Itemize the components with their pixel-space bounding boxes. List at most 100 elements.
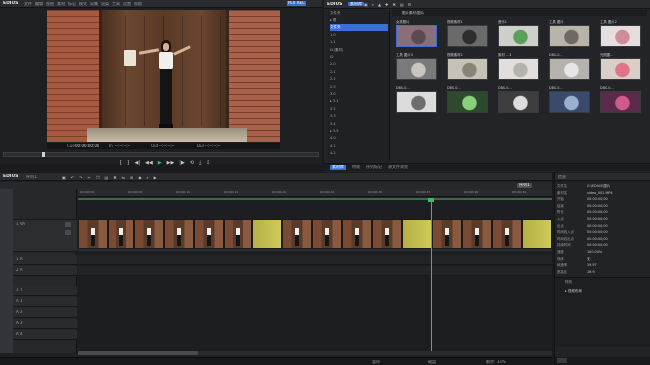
timeline-ruler[interactable]: 00:00:00 00:00:05 00:00:10 00:00:15 00:00:20… (78, 189, 552, 197)
video-clip[interactable] (78, 219, 108, 249)
video-clip[interactable] (108, 219, 134, 249)
loop-icon[interactable]: ⟲ (190, 160, 194, 166)
folder-tree-item[interactable]: t2 (330, 54, 334, 61)
folder-tree-item[interactable]: 1.0 (330, 32, 336, 39)
timeline-scrollbar[interactable] (78, 351, 552, 355)
folder-tree-item[interactable]: 4.0 (330, 135, 336, 142)
rewind-icon[interactable]: ◀◀ (145, 160, 153, 166)
video-clip[interactable] (134, 219, 164, 249)
player-scrub-handle[interactable] (42, 152, 45, 157)
redo-icon[interactable]: ↷ (79, 175, 82, 180)
mark-out-icon[interactable]: ⟧ (127, 160, 129, 166)
folder-icon[interactable]: ▣ (364, 2, 368, 7)
folder-tree-item[interactable]: 3.3 (330, 113, 336, 120)
tab-markers[interactable]: 序列标记 (366, 165, 382, 170)
video-clip[interactable] (372, 219, 402, 249)
folder-tree-item[interactable]: 4.2 (330, 150, 336, 157)
track-audio-icon[interactable] (65, 230, 71, 235)
timeline-scroll-thumb[interactable] (78, 351, 198, 355)
fast-forward-icon[interactable]: ▶▶ (167, 160, 175, 166)
menu-tools[interactable]: 工具 (112, 2, 120, 7)
thumbnail[interactable] (600, 58, 641, 80)
paste-icon[interactable]: ▤ (104, 175, 108, 180)
thumbnail[interactable] (447, 25, 488, 47)
settings-icon[interactable]: ⚙ (408, 2, 412, 7)
menu-help[interactable]: 帮助 (134, 2, 142, 7)
folder-tree-item[interactable]: 2.1 (330, 69, 336, 76)
save-icon[interactable]: ▣ (62, 175, 66, 180)
insert-icon[interactable]: ⤓ (199, 160, 201, 166)
timeline-tracks-area[interactable] (78, 198, 552, 353)
snap-icon[interactable]: ⊞ (130, 175, 133, 180)
video-clip[interactable] (312, 219, 342, 249)
folder-tree-item[interactable]: 文件夹 (330, 24, 388, 32)
zoom-icon[interactable]: ⌕ (146, 175, 148, 180)
step-forward-icon[interactable]: |▶ (179, 160, 185, 166)
marker-icon[interactable]: ◆ (138, 175, 141, 180)
menu-capture[interactable]: 采集 (90, 2, 98, 7)
overwrite-icon[interactable]: ⇩ (206, 160, 210, 166)
timeline-tab-seq1[interactable]: 序列1 (517, 183, 532, 188)
delete-icon[interactable]: ✖ (113, 175, 116, 180)
info-tab-button[interactable] (557, 358, 567, 363)
timeline-cursor[interactable] (431, 198, 432, 353)
tab-bin[interactable]: 素材库 (330, 165, 346, 170)
video-clip[interactable] (402, 219, 432, 249)
folder-tree-item[interactable]: t1(素材) (330, 47, 343, 54)
thumbnail[interactable] (447, 58, 488, 80)
copy-icon[interactable]: ❐ (96, 175, 100, 180)
video-clip[interactable] (492, 219, 522, 249)
video-clip[interactable] (282, 219, 312, 249)
video-clip[interactable] (224, 219, 252, 249)
view-icon[interactable]: ▤ (400, 2, 404, 7)
video-clip[interactable] (164, 219, 194, 249)
thumbnail[interactable] (396, 25, 437, 47)
video-clip[interactable] (342, 219, 372, 249)
folder-tree-item[interactable]: 3.0 (330, 91, 336, 98)
folder-tree-item[interactable]: 1.1 (330, 39, 336, 46)
thumbnail[interactable] (498, 58, 539, 80)
timeline-cursor-head[interactable] (428, 198, 434, 202)
thumbnail[interactable] (600, 25, 641, 47)
menu-settings[interactable]: 设置 (123, 2, 131, 7)
mark-in-icon[interactable]: ⟦ (120, 160, 122, 166)
folder-tree-item[interactable]: ▸ 根 (330, 17, 336, 24)
step-back-icon[interactable]: ◀| (135, 160, 141, 166)
video-clip[interactable] (462, 219, 492, 249)
thumbnail[interactable] (396, 58, 437, 80)
search-icon[interactable]: ⌕ (372, 2, 374, 7)
player-scrub-bar[interactable] (3, 152, 319, 157)
thumbnail[interactable] (498, 91, 539, 113)
add-icon[interactable]: ✚ (385, 2, 388, 7)
bin-tab[interactable]: 素材库 (348, 1, 364, 7)
tab-effects[interactable]: 特效 (352, 165, 360, 170)
render-icon[interactable]: ▶ (154, 175, 157, 180)
menu-file[interactable]: 文件 (24, 2, 32, 7)
video-clip[interactable] (432, 219, 462, 249)
folder-tree-item[interactable]: 3.2 (330, 106, 336, 113)
thumbnail[interactable] (600, 91, 641, 113)
track-toggle-icon[interactable] (65, 222, 71, 227)
thumbnail[interactable] (549, 91, 590, 113)
video-clip[interactable] (252, 219, 282, 249)
thumbnail[interactable] (396, 91, 437, 113)
player-mode-toggle[interactable]: PLR REC (287, 1, 306, 6)
thumbnail[interactable] (549, 25, 590, 47)
menu-mode[interactable]: 模式 (79, 2, 87, 7)
thumbnail[interactable] (447, 91, 488, 113)
folder-tree-item[interactable]: 3.4 (330, 121, 336, 128)
tab-source-browser[interactable]: 源文件浏览 (388, 165, 408, 170)
folder-tree-item[interactable]: ▸ 3.5 (330, 128, 338, 135)
menu-marker[interactable]: 标记 (68, 2, 76, 7)
play-icon[interactable]: ▶ (158, 160, 162, 166)
folder-tree-item[interactable]: ▸ 3.1 (330, 98, 338, 105)
menu-view[interactable]: 视图 (46, 2, 54, 7)
video-clip[interactable] (522, 219, 552, 249)
delete-icon[interactable]: ✖ (392, 2, 395, 7)
thumbnail[interactable] (549, 58, 590, 80)
thumbnail[interactable] (498, 25, 539, 47)
folder-tree-item[interactable]: 2.2 (330, 76, 336, 83)
folder-tree-item[interactable]: 4.1 (330, 143, 336, 150)
folder-tree-item[interactable]: 2.3 (330, 84, 336, 91)
folder-tree-item[interactable]: 2.0 (330, 61, 336, 68)
